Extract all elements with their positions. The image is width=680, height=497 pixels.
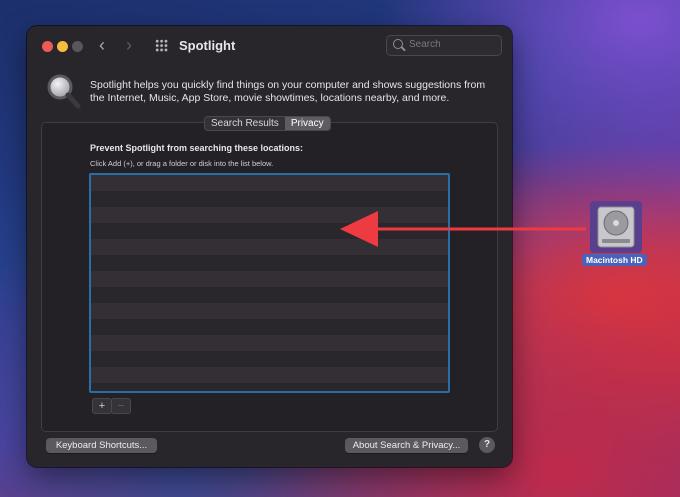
drag-arrow-annotation — [340, 211, 586, 247]
macintosh-hd-disk-icon[interactable] — [590, 201, 642, 253]
macintosh-hd-label: Macintosh HD — [582, 254, 647, 266]
hard-drive-icon — [597, 206, 635, 248]
